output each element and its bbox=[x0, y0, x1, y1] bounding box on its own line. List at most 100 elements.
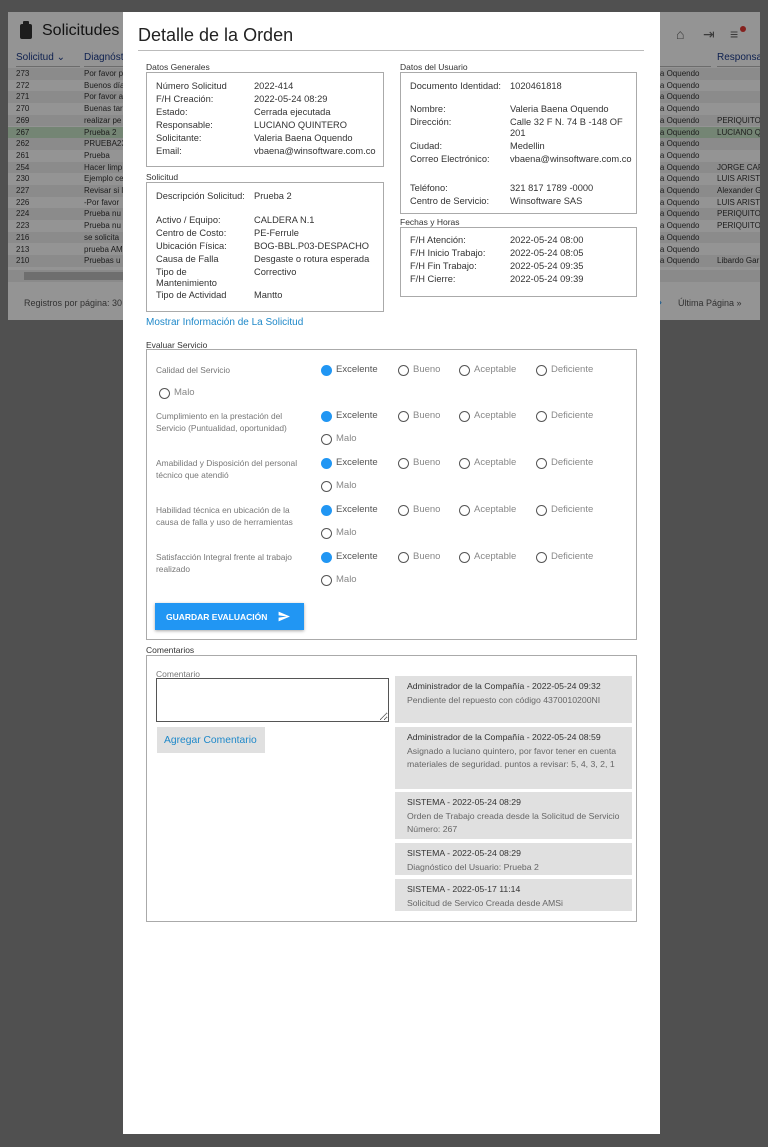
field-label: Solicitante: bbox=[156, 133, 202, 143]
field-value: Valeria Baena Oquendo bbox=[510, 104, 609, 114]
rating-option-label: Deficiente bbox=[551, 551, 594, 562]
radio-button[interactable] bbox=[321, 365, 332, 376]
radio-button[interactable] bbox=[321, 458, 332, 469]
radio-button[interactable] bbox=[536, 365, 547, 376]
radio-button[interactable] bbox=[321, 528, 332, 539]
field-label: Ciudad: bbox=[410, 141, 443, 151]
field-label: Estado: bbox=[156, 107, 188, 117]
comment-item: Administrador de la Compañía - 2022-05-2… bbox=[395, 676, 632, 723]
title-divider bbox=[138, 50, 644, 51]
comment-body: Solicitud de Servico Creada desde AMSi bbox=[407, 897, 563, 908]
field-label: Causa de Falla bbox=[156, 254, 219, 264]
field-label: Responsable: bbox=[156, 120, 213, 130]
field-value: Calle 32 F N. 74 B -148 OF 201 bbox=[510, 117, 623, 138]
comentarios-label: Comentarios bbox=[146, 645, 195, 655]
rating-option-label: Malo bbox=[336, 574, 357, 585]
radio-button[interactable] bbox=[398, 552, 409, 563]
show-request-link[interactable]: Mostrar Información de La Solicitud bbox=[146, 317, 303, 328]
field-label: Dirección: bbox=[410, 117, 452, 127]
rating-option-label: Malo bbox=[336, 527, 357, 538]
evaluation-question: Satisfacción Integral frente al trabajo … bbox=[156, 552, 292, 574]
rating-option-label: Bueno bbox=[413, 410, 441, 421]
comment-item: SISTEMA - 2022-05-17 11:14 Solicitud de S… bbox=[395, 879, 632, 911]
rating-option-label: Bueno bbox=[413, 457, 441, 468]
field-value: 2022-05-24 09:35 bbox=[510, 261, 584, 271]
rating-option-label: Deficiente bbox=[551, 504, 594, 515]
field-value: 2022-05-24 09:39 bbox=[510, 274, 584, 284]
field-label: Correo Electrónico: bbox=[410, 154, 490, 164]
field-label: Número Solicitud bbox=[156, 81, 227, 91]
field-value: Winsoftware SAS bbox=[510, 196, 583, 206]
field-value: Desgaste o rotura esperada bbox=[254, 254, 370, 264]
field-label: Centro de Servicio: bbox=[410, 196, 490, 206]
radio-button[interactable] bbox=[321, 552, 332, 563]
comment-body: Orden de Trabajo creada desde la Solicit… bbox=[407, 810, 620, 835]
field-value: vbaena@winsoftware.com.co bbox=[254, 146, 376, 156]
radio-button[interactable] bbox=[321, 575, 332, 586]
field-label: Email: bbox=[156, 146, 182, 156]
radio-button[interactable] bbox=[536, 552, 547, 563]
radio-button[interactable] bbox=[398, 458, 409, 469]
datos-usuario-box: Documento Identidad: 1020461818 Nombre: Val… bbox=[400, 72, 637, 214]
rating-option-label: Aceptable bbox=[474, 410, 517, 421]
radio-button[interactable] bbox=[321, 411, 332, 422]
rating-option-label: Aceptable bbox=[474, 551, 517, 562]
field-label: F/H Inicio Trabajo: bbox=[410, 248, 486, 258]
rating-option-label: Excelente bbox=[336, 504, 378, 515]
send-icon bbox=[278, 611, 290, 622]
evaluation-question: Amabilidad y Disposición del personal té… bbox=[156, 458, 298, 480]
radio-button[interactable] bbox=[536, 458, 547, 469]
rating-option-label: Excelente bbox=[336, 364, 378, 375]
radio-button[interactable] bbox=[459, 505, 470, 516]
comment-body: Asignado a luciano quintero, por favor t… bbox=[407, 745, 617, 770]
field-value: 2022-414 bbox=[254, 81, 294, 91]
field-label: Descripción Solicitud: bbox=[156, 191, 245, 201]
datos-generales-label: Datos Generales bbox=[146, 62, 210, 72]
comment-item: SISTEMA - 2022-05-24 08:29 Diagnóstico de… bbox=[395, 843, 632, 875]
field-label: F/H Cierre: bbox=[410, 274, 456, 284]
radio-button[interactable] bbox=[536, 411, 547, 422]
radio-button[interactable] bbox=[398, 411, 409, 422]
rating-option-label: Bueno bbox=[413, 364, 441, 375]
field-label: F/H Atención: bbox=[410, 235, 466, 245]
save-evaluation-button[interactable]: GUARDAR EVALUACIÓN bbox=[155, 603, 304, 630]
field-value: 2022-05-24 08:00 bbox=[510, 235, 584, 245]
radio-button[interactable] bbox=[459, 365, 470, 376]
field-value: Mantto bbox=[254, 290, 283, 300]
radio-button[interactable] bbox=[459, 458, 470, 469]
field-label: Tipo de Mantenimiento bbox=[156, 267, 217, 288]
field-label: Activo / Equipo: bbox=[156, 215, 221, 225]
evaluation-question: Habilidad técnica en ubicación de la cau… bbox=[156, 505, 293, 527]
radio-button[interactable] bbox=[536, 505, 547, 516]
radio-button[interactable] bbox=[321, 505, 332, 516]
comment-item: Administrador de la Compañía - 2022-05-2… bbox=[395, 727, 632, 789]
add-comment-label: Agregar Comentario bbox=[164, 735, 257, 746]
rating-option-label: Bueno bbox=[413, 504, 441, 515]
rating-option-label: Bueno bbox=[413, 551, 441, 562]
radio-button[interactable] bbox=[159, 388, 170, 399]
field-value: Cerrada ejecutada bbox=[254, 107, 331, 117]
add-comment-button[interactable]: Agregar Comentario bbox=[157, 727, 265, 753]
evaluation-box: GUARDAR EVALUACIÓN Calidad del Servicio E… bbox=[146, 349, 637, 640]
rating-option-label: Malo bbox=[174, 387, 195, 398]
radio-button[interactable] bbox=[459, 552, 470, 563]
comments-box: Comentario Agregar Comentario Administra… bbox=[146, 655, 637, 922]
modal-title: Detalle de la Orden bbox=[138, 25, 294, 45]
datos-usuario-label: Datos del Usuario bbox=[400, 62, 468, 72]
field-value: vbaena@winsoftware.com.co bbox=[510, 154, 632, 164]
rating-option-label: Deficiente bbox=[551, 364, 594, 375]
radio-button[interactable] bbox=[459, 411, 470, 422]
radio-button[interactable] bbox=[398, 505, 409, 516]
rating-option-label: Deficiente bbox=[551, 410, 594, 421]
rating-option-label: Aceptable bbox=[474, 504, 517, 515]
save-evaluation-label: GUARDAR EVALUACIÓN bbox=[166, 612, 268, 622]
comment-body: Diagnóstico del Usuario: Prueba 2 bbox=[407, 861, 539, 872]
radio-button[interactable] bbox=[321, 434, 332, 445]
comment-input[interactable] bbox=[156, 678, 389, 722]
radio-button[interactable] bbox=[398, 365, 409, 376]
order-detail-modal: Detalle de la Orden Datos Generales Núme… bbox=[123, 12, 660, 1134]
radio-button[interactable] bbox=[321, 481, 332, 492]
field-label: F/H Creación: bbox=[156, 94, 214, 104]
rating-option-label: Aceptable bbox=[474, 364, 517, 375]
field-value: PE-Ferrule bbox=[254, 228, 299, 238]
